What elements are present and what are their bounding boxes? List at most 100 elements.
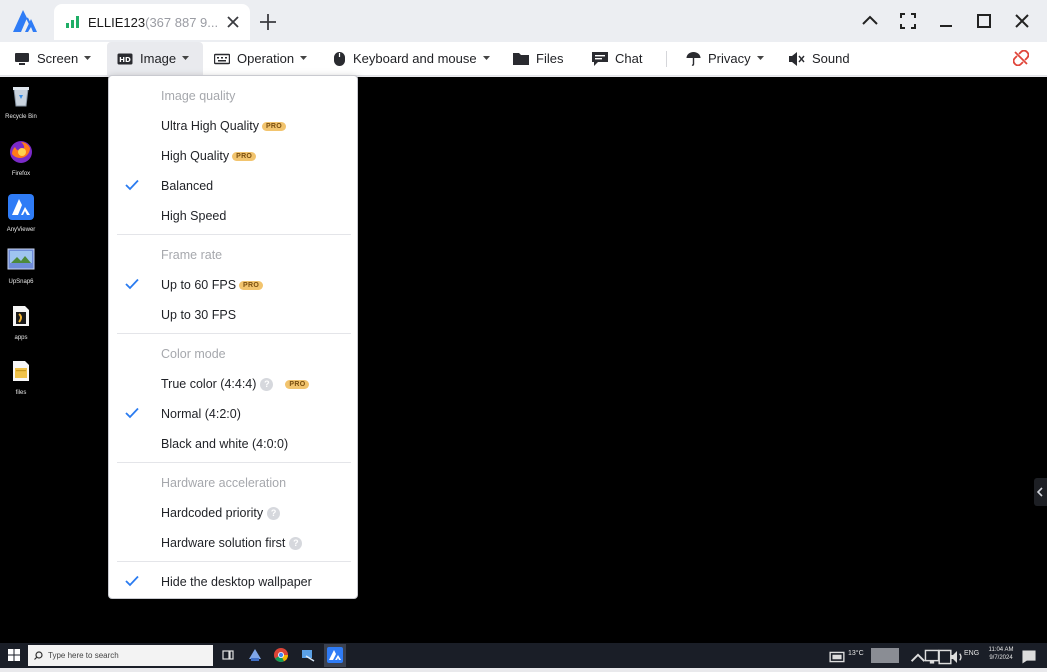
help-icon[interactable]: ?: [289, 536, 303, 550]
taskbar-anyviewer-active[interactable]: [324, 644, 346, 667]
image-menu-button[interactable]: HD Image: [107, 42, 203, 75]
close-window-icon[interactable]: [1012, 11, 1032, 31]
notifications-icon[interactable]: [1021, 649, 1037, 665]
menu-item-label: Up to 30 FPS: [161, 308, 237, 322]
image-menu-label: Image: [140, 51, 177, 66]
apps-folder-icon: [13, 306, 29, 326]
help-icon[interactable]: ?: [267, 506, 281, 520]
desktop-icon-apps[interactable]: apps: [4, 304, 38, 341]
weather-icon[interactable]: [829, 649, 845, 665]
menu-item-up-to-60-fps[interactable]: Up to 60 FPS PRO: [109, 273, 357, 297]
taskbar-app-icon[interactable]: [247, 647, 263, 663]
disconnect-icon[interactable]: [1013, 50, 1029, 66]
taskbar-clock[interactable]: 11:04 AM 9/7/2024: [985, 646, 1017, 662]
sound-button-label: Sound: [812, 51, 850, 66]
menu-item-up-to-30-fps[interactable]: Up to 30 FPS: [109, 303, 357, 327]
close-tab-icon[interactable]: [224, 13, 242, 31]
menu-item-ultra-high-quality[interactable]: Ultra High Quality PRO: [109, 114, 357, 138]
windows-start-icon[interactable]: [8, 649, 20, 661]
menu-item-label: High Quality: [161, 149, 230, 163]
snipping-tool-icon[interactable]: [300, 647, 316, 663]
desktop-icon-label: Recycle Bin: [5, 114, 37, 120]
checkmark-icon: [125, 407, 139, 419]
caret-down-icon: [300, 56, 308, 60]
heading-label: Image quality: [161, 89, 236, 103]
speaker-muted-icon: [789, 51, 805, 66]
menu-item-label: Balanced: [161, 179, 214, 193]
keyboard-mouse-menu-label: Keyboard and mouse: [353, 51, 477, 66]
checkmark-icon: [125, 179, 139, 191]
chat-icon: [592, 51, 608, 66]
caret-down-icon: [756, 56, 764, 60]
caret-down-icon: [84, 56, 92, 60]
toolbar-divider: [666, 51, 667, 67]
heading-label: Hardware acceleration: [161, 476, 287, 490]
menu-item-high-quality[interactable]: High Quality PRO: [109, 144, 357, 168]
clock-time: 11:04 AM: [988, 647, 1014, 653]
chat-button[interactable]: Chat: [592, 42, 642, 75]
keyboard-mouse-menu-button[interactable]: Keyboard and mouse: [333, 42, 490, 75]
files-button[interactable]: Files: [513, 42, 563, 75]
menu-item-label: Hardware solution first: [161, 536, 286, 550]
minimize-icon[interactable]: [936, 11, 956, 31]
anyviewer-taskbar-icon: [327, 647, 343, 663]
monitor-icon: [15, 52, 29, 65]
menu-item-balanced[interactable]: Balanced: [109, 174, 357, 198]
input-language[interactable]: ENG: [964, 650, 979, 657]
chrome-icon[interactable]: [273, 647, 289, 663]
sound-button[interactable]: Sound: [789, 42, 850, 75]
upsnap-icon: [7, 248, 35, 270]
firefox-icon: [10, 141, 32, 163]
pro-badge: PRO: [239, 280, 264, 290]
task-view-icon[interactable]: [220, 647, 236, 663]
caret-down-icon: [482, 56, 490, 60]
help-icon[interactable]: ?: [260, 377, 274, 391]
menu-divider: [117, 561, 351, 562]
device-name: ELLIE123: [88, 15, 146, 30]
fullscreen-icon[interactable]: [898, 11, 918, 31]
pro-badge: PRO: [261, 121, 287, 131]
menu-item-hardcoded-priority[interactable]: Hardcoded priority?: [109, 501, 357, 525]
menu-item-label: Hardcoded priority: [161, 506, 264, 520]
menu-item-hardware-solution-first[interactable]: Hardware solution first?: [109, 531, 357, 555]
menu-item-black-and-white[interactable]: Black and white (4:0:0): [109, 432, 357, 456]
menu-item-true-color[interactable]: True color (4:4:4)? PRO: [109, 372, 357, 396]
side-panel-handle[interactable]: [1034, 478, 1047, 506]
desktop-icon-anyviewer[interactable]: AnyViewer: [4, 194, 38, 233]
recycle-bin-icon: [13, 87, 29, 107]
desktop-icon-firefox[interactable]: Firefox: [4, 140, 38, 177]
menu-item-label: Hide the desktop wallpaper: [161, 575, 312, 589]
privacy-menu-button[interactable]: Privacy: [686, 42, 764, 75]
maximize-icon[interactable]: [974, 11, 994, 31]
taskbar-search-box[interactable]: Type here to search: [28, 645, 213, 666]
pro-badge: PRO: [285, 379, 310, 389]
anyviewer-logo-icon: [13, 10, 37, 32]
menu-item-hide-desktop-wallpaper[interactable]: Hide the desktop wallpaper: [109, 570, 357, 594]
session-tab[interactable]: ELLIE123(367 887 9...: [54, 4, 250, 40]
device-id: (367 887 9...: [145, 15, 219, 30]
desktop-icon-recycle-bin[interactable]: Recycle Bin: [4, 85, 38, 120]
collapse-toolbar-icon[interactable]: [860, 11, 880, 31]
privacy-menu-label: Privacy: [708, 51, 751, 66]
chat-button-label: Chat: [615, 51, 643, 66]
menu-item-label: Normal (4:2:0): [161, 407, 241, 421]
desktop-icon-upsnap[interactable]: UpSnap6: [4, 248, 38, 285]
menu-item-normal[interactable]: Normal (4:2:0): [109, 402, 357, 426]
menu-item-label: True color (4:4:4): [161, 377, 257, 391]
session-toolbar: Screen HD Image Operation Keyboard and m…: [0, 42, 1047, 76]
caret-down-icon: [182, 56, 190, 60]
session-tab-label: ELLIE123(367 887 9...: [88, 15, 218, 30]
keyboard-icon: [214, 53, 230, 64]
screen-menu-button[interactable]: Screen: [14, 42, 92, 75]
operation-menu-button[interactable]: Operation: [214, 42, 308, 75]
menu-item-label: Ultra High Quality: [161, 119, 259, 133]
menu-divider: [117, 462, 351, 463]
screen-menu-label: Screen: [37, 51, 79, 66]
menu-item-high-speed[interactable]: High Speed: [109, 204, 357, 228]
desktop-icon-files[interactable]: files: [4, 359, 38, 396]
new-tab-icon[interactable]: [258, 12, 278, 32]
volume-icon[interactable]: [949, 649, 965, 665]
menu-heading-frame-rate: Frame rate: [109, 243, 357, 267]
anyviewer-app-icon: [8, 194, 34, 220]
image-dropdown-menu: Image quality Ultra High Quality PRO High…: [108, 75, 358, 599]
